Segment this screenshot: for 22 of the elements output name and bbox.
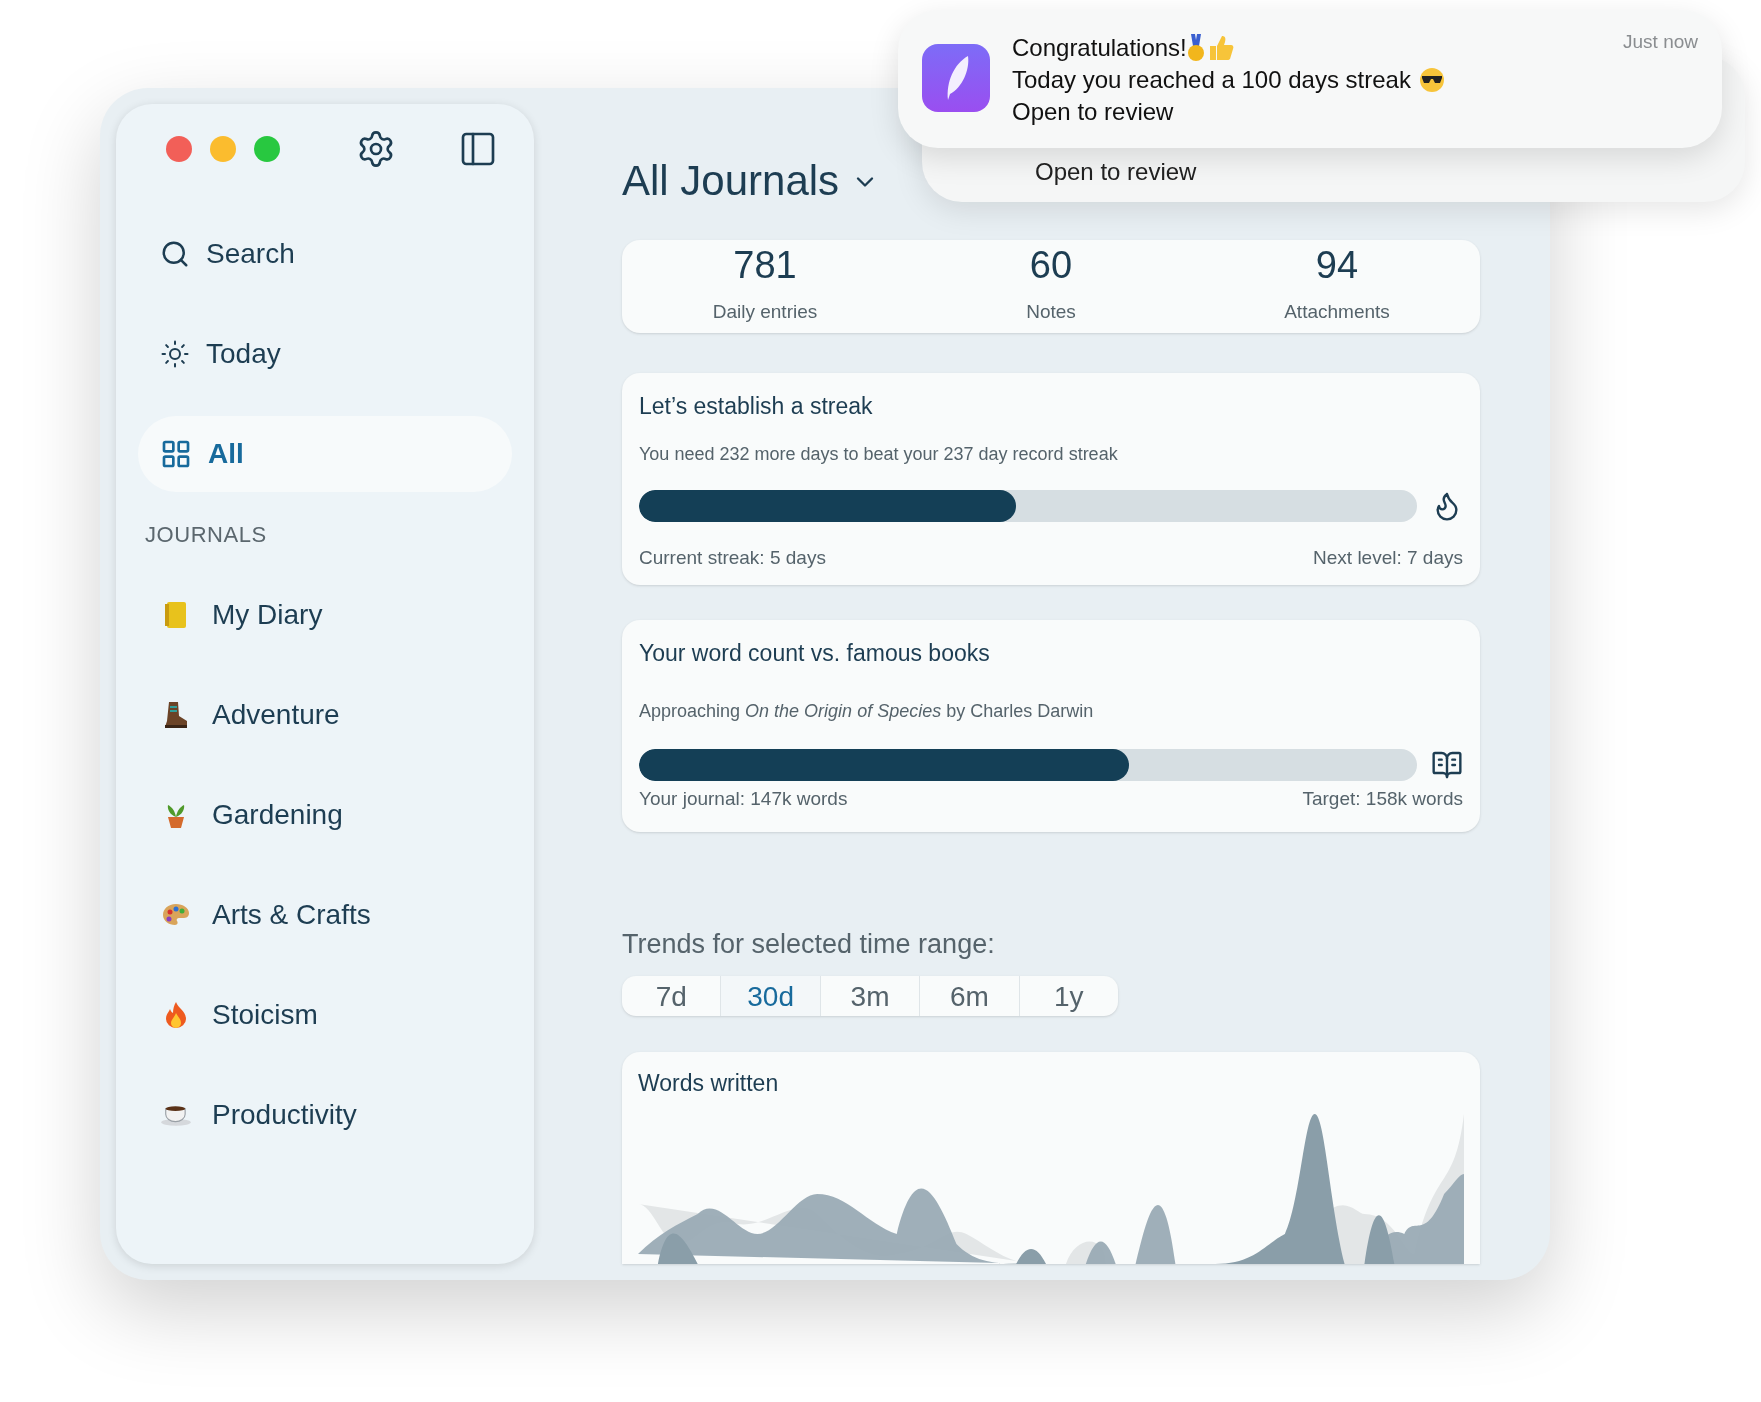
card-subtitle: You need 232 more days to beat your 237 day record streak <box>639 443 1119 467</box>
notification-title: Congratulations! <box>1012 33 1187 63</box>
notification-message: Today you reached a 100 days streak <box>1012 65 1411 95</box>
card-subtitle: Approaching On the Origin of Species by Charles Darwin <box>639 700 1095 724</box>
stat-value: 94 <box>1315 246 1359 284</box>
card-title: Let’s establish a streak <box>639 391 874 421</box>
section-title: JOURNALS <box>145 521 268 549</box>
progress-caption: Next level: 7 days <box>1313 546 1463 571</box>
progress-caption: Target: 158k words <box>1302 787 1463 812</box>
progress-caption: Current streak: 5 days <box>639 546 826 571</box>
stat-value: 60 <box>1029 246 1073 284</box>
stat-label: Notes <box>1026 300 1076 324</box>
progress-caption: Your journal: 147k words <box>639 787 848 812</box>
stat-label: Attachments <box>1284 300 1390 324</box>
notification-action: Open to review <box>1012 97 1175 127</box>
notification-time: Just now <box>1623 30 1698 54</box>
section-title: Trends for selected time range: <box>622 927 996 961</box>
stat-label: Daily entries <box>712 300 818 324</box>
card-title: Your word count vs. famous books <box>639 638 991 668</box>
stat-value: 781 <box>733 246 797 284</box>
notification-action: Open to review <box>1035 157 1197 187</box>
card-title: Words written <box>638 1068 780 1098</box>
